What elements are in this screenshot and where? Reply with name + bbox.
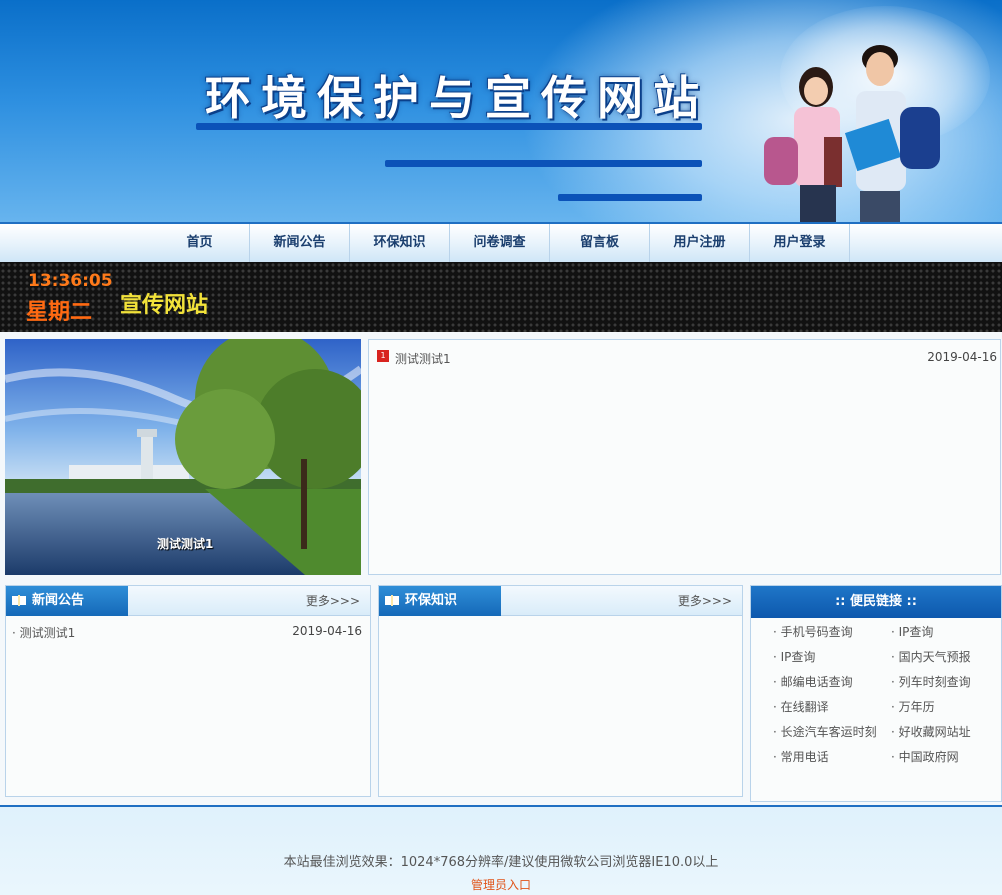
admin-entry-link[interactable]: 管理员入口: [0, 876, 1002, 893]
link-item[interactable]: · IP查询: [773, 649, 891, 665]
more-link[interactable]: 更多>>>: [678, 586, 732, 616]
panel-header: 环保知识 更多>>>: [379, 586, 742, 616]
new-badge-icon: 1: [377, 350, 389, 362]
nav-item-register[interactable]: 用户注册: [650, 224, 750, 262]
main-nav: 首页 新闻公告 环保知识 问卷调查 留言板 用户注册 用户登录: [0, 222, 1002, 262]
link-item[interactable]: · 在线翻译: [773, 699, 891, 715]
list-item-date: 2019-04-16: [927, 350, 997, 364]
clock-time: 13:36:05: [28, 271, 113, 291]
panel-title: :: 便民链接 ::: [751, 586, 1001, 618]
link-item[interactable]: · 列车时刻查询: [891, 674, 1002, 690]
link-item[interactable]: · IP查询: [891, 624, 1002, 640]
banner-decor-bar: [196, 123, 702, 130]
link-item[interactable]: · 常用电话: [773, 749, 891, 765]
book-icon: [12, 595, 26, 606]
scrolling-text: 宣传网站: [120, 293, 209, 318]
panel-title: 环保知识: [379, 586, 501, 616]
nav-item-home[interactable]: 首页: [150, 224, 250, 262]
book-icon: [385, 595, 399, 606]
panel-title-text: 新闻公告: [32, 593, 85, 608]
nav-item-news[interactable]: 新闻公告: [250, 224, 350, 262]
nav-item-knowledge[interactable]: 环保知识: [350, 224, 450, 262]
list-item[interactable]: 1 测试测试1 2019-04-16: [377, 350, 997, 368]
panel-title-text: 环保知识: [405, 593, 458, 608]
link-item[interactable]: · 长途汽车客运时刻: [773, 724, 891, 740]
link-item[interactable]: · 手机号码查询: [773, 624, 891, 640]
clock-weekday: 星期二: [26, 300, 93, 325]
list-item-title[interactable]: 测试测试1: [20, 626, 76, 640]
list-item-date: 2019-04-16: [292, 624, 362, 638]
banner-decor-bar: [385, 160, 702, 167]
feature-photo[interactable]: 测试测试1: [5, 339, 361, 575]
latest-list: 1 测试测试1 2019-04-16: [368, 339, 1001, 575]
convenience-links-panel: :: 便民链接 :: · 手机号码查询 · IP查询 · IP查询 · 国内天气…: [750, 585, 1002, 802]
feature-caption[interactable]: 测试测试1: [157, 535, 213, 552]
led-ticker: 13:36:05 星期二 宣传网站: [0, 262, 1002, 332]
panel-header: 新闻公告 更多>>>: [6, 586, 370, 616]
panel-title: 新闻公告: [6, 586, 128, 616]
link-item[interactable]: · 好收藏网站址: [891, 724, 1002, 740]
link-item[interactable]: · 邮编电话查询: [773, 674, 891, 690]
knowledge-panel: 环保知识 更多>>>: [378, 585, 743, 797]
news-panel: 新闻公告 更多>>> · 测试测试1 2019-04-16: [5, 585, 371, 797]
nav-item-guestbook[interactable]: 留言板: [550, 224, 650, 262]
nav-item-survey[interactable]: 问卷调查: [450, 224, 550, 262]
more-link[interactable]: 更多>>>: [306, 586, 360, 616]
site-title: 环境保护与宣传网站: [205, 71, 709, 125]
link-item[interactable]: · 万年历: [891, 699, 1002, 715]
page-footer: 本站最佳浏览效果：1024*768分辨率/建议使用微软公司浏览器IE10.0以上…: [0, 805, 1002, 895]
nav-item-login[interactable]: 用户登录: [750, 224, 850, 262]
link-item[interactable]: · 国内天气预报: [891, 649, 1002, 665]
link-item[interactable]: · 中国政府网: [891, 749, 1002, 765]
students-illustration: [764, 45, 940, 222]
footer-info: 本站最佳浏览效果：1024*768分辨率/建议使用微软公司浏览器IE10.0以上: [283, 855, 719, 870]
header-banner: 环境保护与宣传网站: [0, 0, 1002, 222]
banner-decor-bar: [558, 194, 702, 201]
links-grid: · 手机号码查询 · IP查询 · IP查询 · 国内天气预报 · 邮编电话查询…: [773, 624, 1002, 765]
list-item[interactable]: · 测试测试1 2019-04-16: [12, 624, 362, 640]
list-item-title[interactable]: 测试测试1: [395, 350, 451, 367]
